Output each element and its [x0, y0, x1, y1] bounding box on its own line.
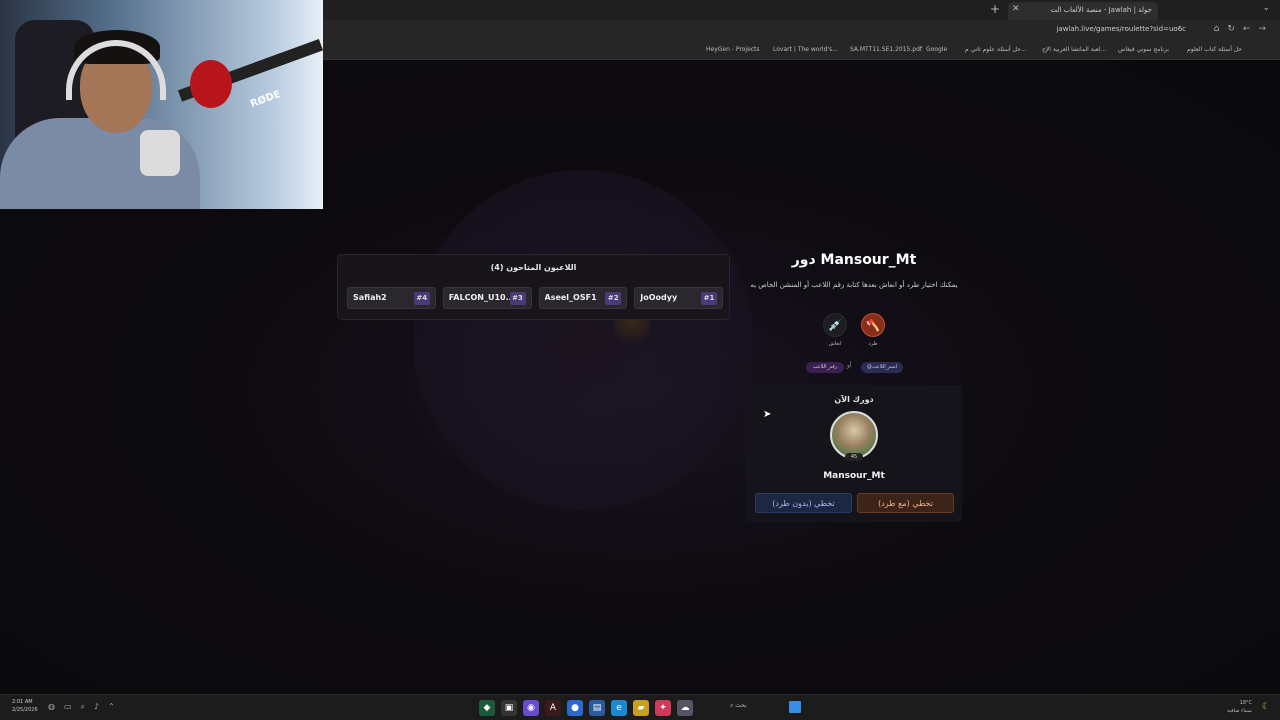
skip-without-kick-button[interactable]: تخطي (بدون طرد) — [755, 493, 852, 513]
windows-taskbar: 2:01 AM 2/25/2026 ◍▭⌕♪⌃ ◆ ▣ ◉ A ● ▤ e ▰ … — [0, 694, 1280, 720]
app-icon[interactable]: ☁ — [677, 700, 693, 716]
clock[interactable]: 2:01 AM 2/25/2026 — [12, 698, 38, 714]
kick-action-button[interactable]: 🪓 — [861, 313, 885, 337]
player-chip[interactable]: FALCON_U10... #3 — [442, 287, 532, 309]
clock-date: 2/25/2026 — [12, 707, 38, 713]
players-panel-title: اللاعبون المتاحون (4) — [490, 263, 577, 272]
close-tab-icon[interactable]: ✕ — [1012, 4, 1020, 14]
current-turn-card: دورك الآن 45 Mansour_Mt تخطي (مع طرد) تخ… — [746, 385, 962, 522]
search-label: بحث — [735, 702, 747, 709]
revive-action-button[interactable]: 💉 — [823, 313, 847, 337]
app-icon[interactable]: ✦ — [655, 700, 671, 716]
kick-action-label: طرد — [868, 341, 878, 347]
or-separator: أو — [847, 362, 852, 369]
roulette-wheel — [413, 170, 753, 510]
current-player-name: Mansour_Mt — [823, 471, 885, 481]
players-row: Safiah2 #4 FALCON_U10... #3 Aseel_OSF1 #… — [347, 287, 723, 309]
bookmark-item[interactable]: برنامج سوني فيغاس — [1118, 46, 1169, 53]
available-players-panel: اللاعبون المتاحون (4) Safiah2 #4 FALCON_… — [337, 254, 730, 320]
browser-tab[interactable]: ✕ جولة | Jawlah - منصة الألعاب الت — [1008, 2, 1158, 20]
weather-widget[interactable]: 18°C سماء صافية — [1227, 699, 1252, 715]
weather-temp: 18°C — [1239, 700, 1252, 706]
turn-description: يمكنك اختيار طرد أو انعاش بعدها كتابة رق… — [750, 281, 958, 289]
player-rank-badge: #2 — [605, 292, 622, 305]
bookmark-item[interactable]: Google — [926, 46, 947, 53]
revive-action-label: انعاش — [828, 341, 842, 347]
player-rank-badge: #3 — [509, 292, 526, 305]
mouse-cursor-icon: ➤ — [763, 409, 772, 420]
tab-title: جولة | Jawlah - منصة الألعاب الت — [1050, 6, 1152, 14]
app-icon[interactable]: ▣ — [501, 700, 517, 716]
bookmark-item[interactable]: حل أسئلة كتاب العلوم — [1187, 46, 1242, 53]
url-text[interactable]: jawlah.live/games/roulette?sid=uo6c — [1056, 25, 1186, 33]
app-icon[interactable]: ◉ — [523, 700, 539, 716]
player-name: FALCON_U10... — [448, 293, 511, 302]
webcam-overlay: RØDE — [0, 0, 323, 209]
bookmark-item[interactable]: SA.MTT11.SE1.2015.pdf — [850, 46, 922, 53]
player-chip[interactable]: Safiah2 #4 — [347, 287, 436, 309]
avatar-level-badge: 45 — [845, 453, 863, 461]
folder-icon[interactable]: ▰ — [633, 700, 649, 716]
player-rank-badge: #4 — [413, 292, 430, 305]
player-name: Safiah2 — [353, 293, 387, 302]
taskbar-search[interactable]: ⌕ بحث — [730, 702, 747, 710]
bookmark-item[interactable]: لعبة الماتشا العربية الإج... — [1042, 46, 1106, 53]
start-button-icon[interactable] — [789, 701, 801, 713]
bookmark-item[interactable]: HeyGen - Projects — [706, 46, 760, 53]
edge-icon[interactable]: e — [611, 700, 627, 716]
nav-icons[interactable]: ⌂↻←→ — [1214, 24, 1274, 34]
app-icon[interactable]: ◆ — [479, 700, 495, 716]
weather-text: سماء صافية — [1227, 708, 1252, 714]
bookmark-item[interactable]: Lovart | The world's... — [773, 46, 838, 53]
player-rank-badge: #1 — [701, 292, 717, 305]
new-tab-icon[interactable]: + — [990, 2, 1000, 16]
bookmark-item[interactable]: حل أسئلة علوم ثاني م... — [965, 46, 1027, 53]
player-chip[interactable]: JoOodyy #1 — [634, 287, 723, 309]
number-hint-tag: رقم_اللاعب — [806, 362, 844, 373]
screen: + ✕ جولة | Jawlah - منصة الألعاب الت ⌄ j… — [0, 0, 1280, 720]
chrome-icon[interactable]: ● — [567, 700, 583, 716]
your-turn-title: دورك الآن — [834, 395, 874, 404]
mention-hint-tag: @اسم_اللاعب — [861, 362, 903, 373]
player-name: JoOodyy — [640, 293, 678, 302]
taskbar-apps: ◆ ▣ ◉ A ● ▤ e ▰ ✦ ☁ — [479, 700, 693, 716]
syringe-icon: 💉 — [828, 319, 842, 332]
avatar — [830, 411, 878, 459]
app-icon[interactable]: ▤ — [589, 700, 605, 716]
microphone — [140, 130, 180, 176]
player-name: Aseel_OSF1 — [544, 293, 597, 302]
system-tray-icons[interactable]: ◍▭⌕♪⌃ — [48, 702, 124, 712]
clock-time: 2:01 AM — [12, 699, 33, 705]
spiderman-figure — [190, 60, 232, 108]
moon-icon: ☾ — [1261, 702, 1270, 712]
turn-title: دور Mansour_Mt — [791, 252, 917, 268]
skip-with-kick-button[interactable]: تخطي (مع طرد) — [857, 493, 954, 513]
app-icon[interactable]: A — [545, 700, 561, 716]
window-menu-icon[interactable]: ⌄ — [1262, 3, 1270, 13]
kick-icon: 🪓 — [866, 319, 880, 332]
player-chip[interactable]: Aseel_OSF1 #2 — [538, 287, 628, 309]
